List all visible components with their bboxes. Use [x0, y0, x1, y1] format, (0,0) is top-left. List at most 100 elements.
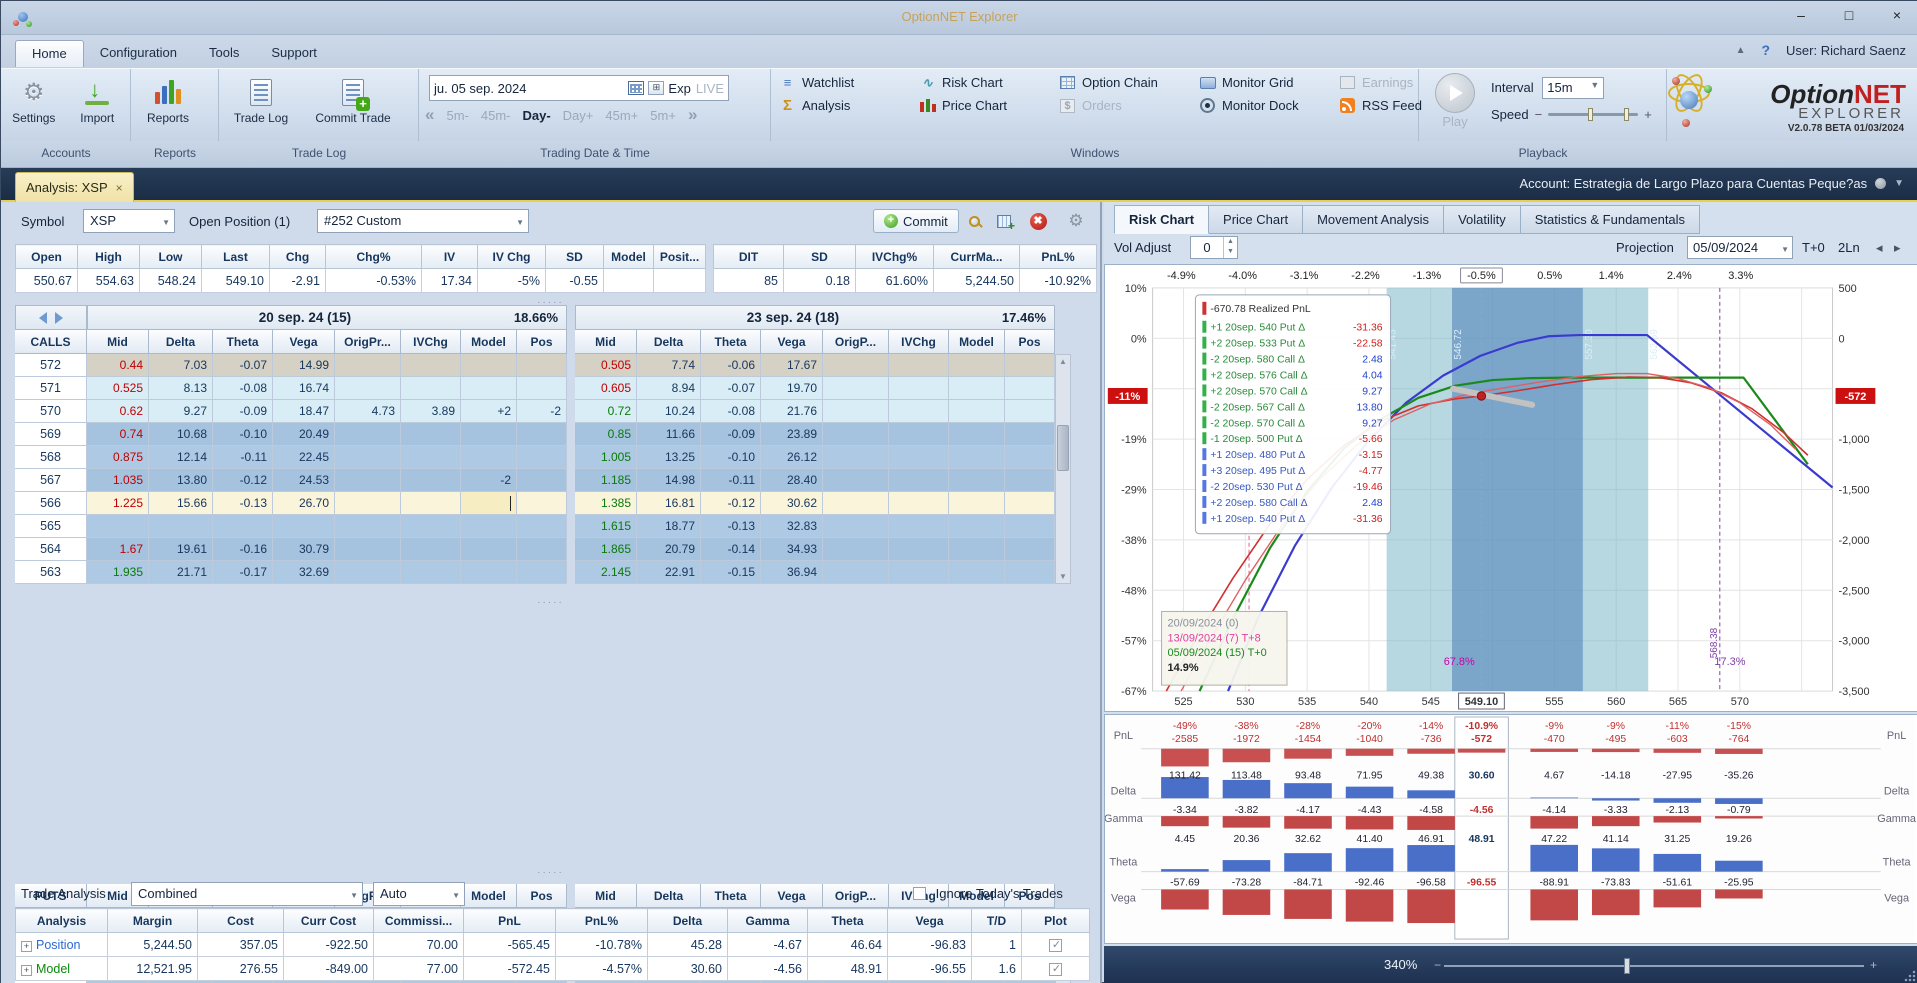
cell-ivchg[interactable]: [889, 538, 949, 561]
trading-date-value[interactable]: ju. 05 sep. 2024: [434, 81, 628, 96]
cell-theta[interactable]: -0.06: [701, 354, 761, 377]
time-step-Dayminus[interactable]: Day-: [522, 108, 550, 123]
import-button[interactable]: ↓ Import: [71, 73, 125, 140]
cell-mid[interactable]: 1.615: [575, 515, 637, 538]
cell-pos[interactable]: [517, 354, 567, 377]
cell[interactable]: 85: [713, 268, 784, 293]
cell-vega[interactable]: 26.70: [273, 492, 335, 515]
projection-next-icon[interactable]: ▸: [1894, 240, 1901, 256]
time-step-5mplus[interactable]: 5m+: [650, 108, 676, 123]
cell-pos[interactable]: [517, 515, 567, 538]
cell[interactable]: 550.67: [15, 268, 78, 293]
cell-model[interactable]: [949, 515, 1005, 538]
cell-delta[interactable]: 21.71: [149, 561, 213, 584]
cell-pos[interactable]: [517, 377, 567, 400]
col-header[interactable]: Plot: [1021, 908, 1090, 933]
cell[interactable]: 549.10: [201, 268, 270, 293]
cell-mid[interactable]: 1.935: [87, 561, 149, 584]
chain-row-567[interactable]: 567 1.035 13.80 -0.12 24.53 -2 1.185 14.98 -0.11…: [15, 469, 1114, 492]
cell-mid[interactable]: 1.035: [87, 469, 149, 492]
cell-vega[interactable]: 23.89: [761, 423, 823, 446]
chain-scrollbar[interactable]: ▲▼: [1055, 354, 1071, 584]
cell-origpr[interactable]: [823, 446, 889, 469]
col-header[interactable]: Commissi...: [373, 908, 464, 933]
chain-row-564[interactable]: 564 1.67 19.61 -0.16 30.79 1.865 20.79 -0.14 34.…: [15, 538, 1114, 561]
cell[interactable]: -10.92%: [1019, 268, 1097, 293]
cell-pos[interactable]: [1005, 446, 1055, 469]
col-header[interactable]: Delta: [149, 330, 213, 354]
account-dropdown-icon[interactable]: ▼: [1894, 178, 1904, 189]
col-header[interactable]: Delta: [647, 908, 728, 933]
window-item-monitor-grid[interactable]: Monitor Grid: [1199, 75, 1317, 90]
chain-row-569[interactable]: 569 0.74 10.68 -0.10 20.49 0.85 11.66 -0.09 23.8…: [15, 423, 1114, 446]
col-header[interactable]: Pos: [517, 330, 567, 354]
window-item-analysis[interactable]: Σ Analysis: [779, 97, 897, 114]
projection-prev-icon[interactable]: ◂: [1876, 240, 1883, 256]
cell-theta[interactable]: -0.12: [701, 492, 761, 515]
analysis-row-model[interactable]: + Model 12,521.95 276.55 -849.00 77.00 -572.45…: [15, 956, 1090, 981]
row-name-cell[interactable]: + Model: [15, 956, 108, 981]
interval-select[interactable]: 15m ▼: [1542, 77, 1605, 99]
search-button[interactable]: [963, 211, 985, 231]
cell-theta[interactable]: -0.12: [213, 469, 273, 492]
col-header[interactable]: CurrMa...: [933, 244, 1020, 269]
step-fwd-fast-icon[interactable]: »: [688, 105, 697, 125]
step-back-fast-icon[interactable]: «: [425, 105, 434, 125]
trade-log-button[interactable]: Trade Log: [225, 73, 297, 140]
cell-ivchg[interactable]: [889, 515, 949, 538]
cell-origpr[interactable]: [823, 515, 889, 538]
cell-ivchg[interactable]: [889, 423, 949, 446]
tab-analysis-xsp[interactable]: Analysis: XSP ×: [15, 172, 134, 202]
cell-origpr[interactable]: [335, 561, 401, 584]
live-label[interactable]: LIVE: [696, 81, 724, 96]
cell-delta[interactable]: 10.24: [637, 400, 701, 423]
cell[interactable]: 554.63: [77, 268, 140, 293]
cell-model[interactable]: [461, 377, 517, 400]
cell-vega[interactable]: 24.53: [273, 469, 335, 492]
cell-delta[interactable]: 19.61: [149, 538, 213, 561]
cell-mid[interactable]: 1.185: [575, 469, 637, 492]
cell-ivchg[interactable]: [889, 354, 949, 377]
cell[interactable]: -0.55: [545, 268, 604, 293]
col-header[interactable]: Mid: [575, 330, 637, 354]
col-header[interactable]: PnL: [463, 908, 556, 933]
cell-mid[interactable]: 0.605: [575, 377, 637, 400]
col-header[interactable]: PnL%: [1019, 244, 1097, 269]
col-header[interactable]: Low: [139, 244, 202, 269]
cell-pos[interactable]: [1005, 354, 1055, 377]
cell-pos[interactable]: [1005, 561, 1055, 584]
chain-row-570[interactable]: 570 0.62 9.27 -0.09 18.47 4.73 3.89 +2 -2 0.72 10.…: [15, 400, 1114, 423]
col-header[interactable]: Model: [461, 330, 517, 354]
cell-model[interactable]: [461, 538, 517, 561]
cell-vega[interactable]: 18.47: [273, 400, 335, 423]
cell-delta[interactable]: 14.98: [637, 469, 701, 492]
scroll-down-icon[interactable]: ▼: [1056, 572, 1070, 581]
scrollbar-thumb[interactable]: [1057, 425, 1069, 471]
cell-model[interactable]: [461, 423, 517, 446]
commit-trade-button[interactable]: Commit Trade: [307, 73, 399, 140]
tab-close-icon[interactable]: ×: [116, 181, 123, 195]
col-header[interactable]: OrigP...: [823, 330, 889, 354]
tab-price-chart[interactable]: Price Chart: [1209, 205, 1304, 234]
window-item-price-chart[interactable]: Price Chart: [919, 98, 1037, 113]
cell[interactable]: 61.60%: [855, 268, 934, 293]
cell[interactable]: -4.67: [727, 932, 808, 957]
cell-model[interactable]: [949, 423, 1005, 446]
cell-model[interactable]: [949, 377, 1005, 400]
chain-settings-button[interactable]: ⚙: [1065, 211, 1087, 231]
cell-delta[interactable]: 13.25: [637, 446, 701, 469]
cell-mid[interactable]: 2.145: [575, 561, 637, 584]
cell-mid[interactable]: 0.44: [87, 354, 149, 377]
cell-theta[interactable]: -0.10: [701, 446, 761, 469]
cell-model[interactable]: [949, 492, 1005, 515]
cell[interactable]: -565.45: [463, 932, 556, 957]
cell-mid[interactable]: 0.85: [575, 423, 637, 446]
projection-date-select[interactable]: 05/09/2024 ▼: [1687, 236, 1793, 259]
cell-delta[interactable]: 11.66: [637, 423, 701, 446]
cell-delta[interactable]: 10.68: [149, 423, 213, 446]
cell-theta[interactable]: -0.08: [213, 377, 273, 400]
cell-model[interactable]: +2: [461, 400, 517, 423]
export-grid-button[interactable]: [993, 211, 1015, 233]
plot-cell[interactable]: [1021, 932, 1090, 957]
cell[interactable]: 46.64: [807, 932, 888, 957]
